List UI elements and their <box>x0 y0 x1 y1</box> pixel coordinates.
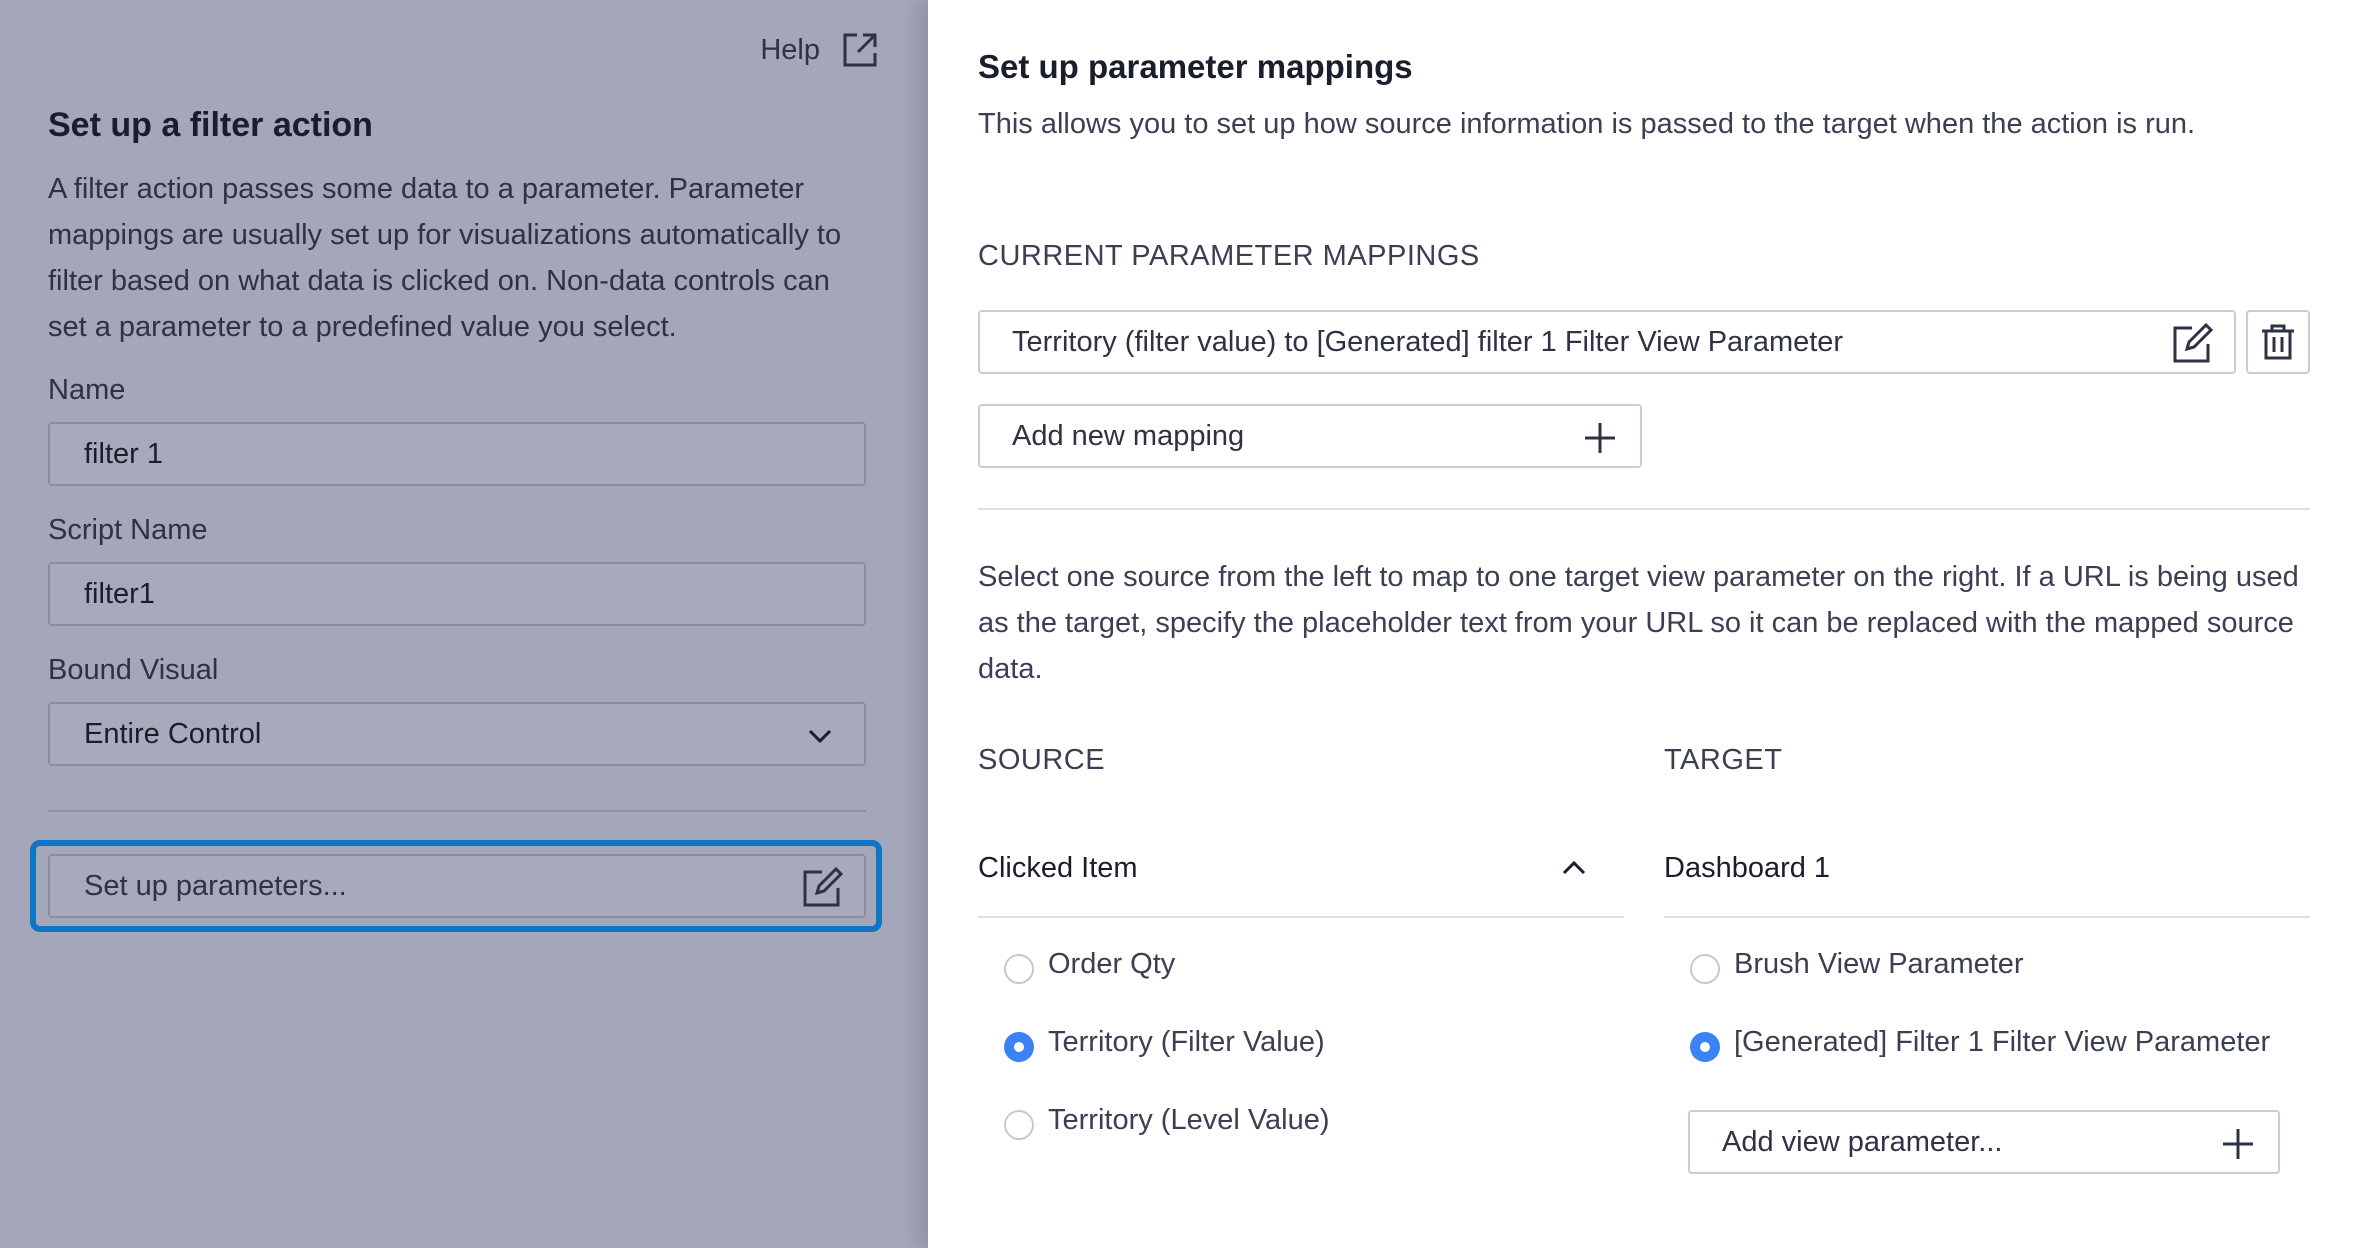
divider <box>48 810 866 812</box>
trash-icon <box>2262 324 2294 360</box>
source-option-label: Territory (Level Value) <box>1048 1104 1330 1136</box>
source-option-label: Territory (Filter Value) <box>1048 1026 1325 1058</box>
script-name-value: filter1 <box>84 577 155 610</box>
mapping-item[interactable]: Territory (filter value) to [Generated] … <box>978 310 2236 374</box>
panel-title: Set up a filter action <box>48 106 373 144</box>
script-name-label: Script Name <box>48 514 208 546</box>
name-input[interactable]: filter 1 <box>48 422 866 486</box>
name-value: filter 1 <box>84 437 163 470</box>
add-view-parameter-button[interactable]: Add view parameter... <box>1688 1110 2280 1174</box>
mappings-subtitle: This allows you to set up how source inf… <box>978 108 2196 140</box>
help-label: Help <box>760 33 820 66</box>
filter-action-panel: Help Set up a filter action A filter act… <box>0 0 928 1248</box>
name-label: Name <box>48 374 126 406</box>
setup-parameters-label: Set up parameters... <box>84 869 347 902</box>
source-option[interactable]: Order Qty <box>1004 948 1176 984</box>
add-view-parameter-label: Add view parameter... <box>1722 1125 2003 1158</box>
target-option[interactable]: [Generated] Filter 1 Filter View Paramet… <box>1690 1026 2271 1062</box>
edit-icon <box>803 866 844 907</box>
chevron-up-icon <box>1562 860 1586 875</box>
chevron-down-icon <box>808 729 832 744</box>
radio-button-selected[interactable] <box>1004 1031 1034 1062</box>
plus-icon <box>1585 423 1615 453</box>
delete-mapping-button[interactable] <box>2246 310 2310 374</box>
bound-visual-label: Bound Visual <box>48 654 219 686</box>
mapping-instructions: Select one source from the left to map t… <box>978 561 2299 685</box>
source-option[interactable]: Territory (Level Value) <box>1004 1104 1330 1140</box>
radio-button[interactable] <box>1690 953 1720 984</box>
edit-icon[interactable] <box>2170 322 2214 366</box>
script-name-input[interactable]: filter1 <box>48 562 866 626</box>
radio-button-selected[interactable] <box>1690 1031 1720 1062</box>
help-link[interactable]: Help <box>760 30 880 70</box>
source-heading: SOURCE <box>978 744 1106 776</box>
target-option[interactable]: Brush View Parameter <box>1690 948 2024 984</box>
add-mapping-label: Add new mapping <box>1012 419 1245 452</box>
external-link-icon <box>843 33 877 67</box>
source-group-label: Clicked Item <box>978 851 1138 884</box>
divider <box>978 508 2310 510</box>
source-group-header[interactable]: Clicked Item <box>978 836 1618 900</box>
divider <box>1664 916 2310 918</box>
parameter-mappings-panel: Set up parameter mappings This allows yo… <box>928 0 2360 1248</box>
panel-description: A filter action passes some data to a pa… <box>48 173 842 343</box>
divider <box>978 916 1624 918</box>
current-mappings-heading: CURRENT PARAMETER MAPPINGS <box>978 240 1480 272</box>
target-option-label: [Generated] Filter 1 Filter View Paramet… <box>1734 1026 2271 1058</box>
source-option[interactable]: Territory (Filter Value) <box>1004 1026 1325 1062</box>
mapping-label: Territory (filter value) to [Generated] … <box>1012 325 1844 358</box>
add-mapping-button[interactable]: Add new mapping <box>978 404 1642 468</box>
bound-visual-select[interactable]: Entire Control <box>48 702 866 766</box>
source-option-label: Order Qty <box>1048 948 1176 980</box>
target-group-header: Dashboard 1 <box>1664 836 2310 900</box>
plus-icon <box>2223 1129 2253 1159</box>
target-heading: TARGET <box>1664 744 1783 776</box>
radio-button[interactable] <box>1004 1109 1034 1140</box>
mappings-title: Set up parameter mappings <box>978 48 1413 85</box>
target-option-label: Brush View Parameter <box>1734 948 2024 980</box>
radio-button[interactable] <box>1004 953 1034 984</box>
target-group-label: Dashboard 1 <box>1664 851 1831 884</box>
bound-visual-value: Entire Control <box>84 717 262 750</box>
setup-parameters-button[interactable]: Set up parameters... <box>48 854 866 918</box>
